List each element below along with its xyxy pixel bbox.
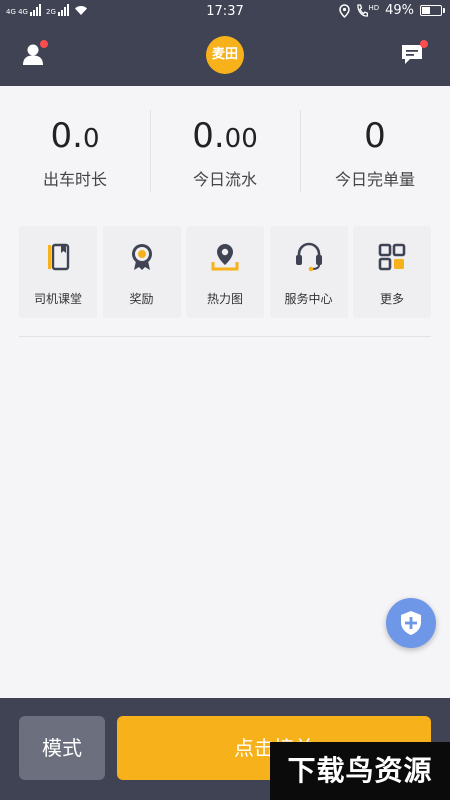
stat-value: 0.00 bbox=[192, 116, 258, 156]
mode-button[interactable]: 模式 bbox=[19, 716, 105, 780]
menu-item-label: 热力图 bbox=[206, 292, 243, 306]
menu-item-rewards[interactable]: 奖励 bbox=[102, 226, 181, 318]
profile-button[interactable] bbox=[20, 38, 52, 70]
menu-item-service-center[interactable]: 服务中心 bbox=[269, 226, 348, 318]
map-pin-icon bbox=[211, 244, 239, 271]
menu-item-driver-class[interactable]: 司机课堂 bbox=[19, 226, 97, 318]
battery-icon bbox=[420, 5, 445, 16]
book-icon bbox=[48, 243, 70, 271]
hd-call-icon: HD bbox=[356, 4, 379, 18]
stat-label: 今日完单量 bbox=[334, 170, 415, 189]
stat-value: 0 bbox=[364, 116, 386, 156]
divider bbox=[19, 336, 431, 337]
battery-percent: 49% bbox=[385, 3, 414, 18]
menu-item-label: 更多 bbox=[379, 292, 404, 306]
menu-item-more[interactable]: 更多 bbox=[353, 226, 431, 318]
grid-icon bbox=[378, 243, 406, 271]
main-content: 0.0 出车时长 0.00 今日流水 0 今日完单量 司机课堂 奖励 热力图 服… bbox=[0, 86, 450, 698]
menu-item-label: 司机课堂 bbox=[33, 292, 82, 306]
medal-icon bbox=[131, 244, 152, 270]
notification-dot bbox=[40, 40, 48, 48]
stat-today-revenue[interactable]: 0.00 今日流水 bbox=[150, 110, 300, 196]
shield-plus-icon bbox=[401, 611, 421, 635]
notification-dot bbox=[420, 40, 428, 48]
feature-menu: 司机课堂 奖励 热力图 服务中心 更多 bbox=[19, 226, 431, 318]
stat-today-orders[interactable]: 0 今日完单量 bbox=[300, 110, 450, 196]
stat-value: 0.0 bbox=[50, 116, 100, 156]
stat-label: 出车时长 bbox=[42, 170, 107, 189]
watermark: 下载鸟资源 bbox=[270, 742, 450, 800]
menu-item-label: 服务中心 bbox=[284, 292, 333, 306]
safety-button[interactable] bbox=[386, 598, 436, 648]
app-header: 麦田 bbox=[0, 24, 450, 86]
hd-label: HD bbox=[368, 3, 380, 12]
stats-row: 0.0 出车时长 0.00 今日流水 0 今日完单量 bbox=[0, 110, 450, 196]
status-bar: 4G 4G 2G 17:37 HD 49% bbox=[0, 0, 450, 24]
location-icon bbox=[339, 3, 351, 18]
messages-button[interactable] bbox=[398, 38, 430, 70]
brand-logo: 麦田 bbox=[206, 36, 244, 74]
menu-item-label: 奖励 bbox=[129, 292, 154, 306]
menu-item-heatmap[interactable]: 热力图 bbox=[186, 226, 264, 318]
stat-label: 今日流水 bbox=[192, 170, 257, 189]
stat-online-duration[interactable]: 0.0 出车时长 bbox=[0, 116, 150, 196]
status-right: HD 49% bbox=[339, 3, 445, 18]
headset-icon bbox=[295, 242, 322, 272]
